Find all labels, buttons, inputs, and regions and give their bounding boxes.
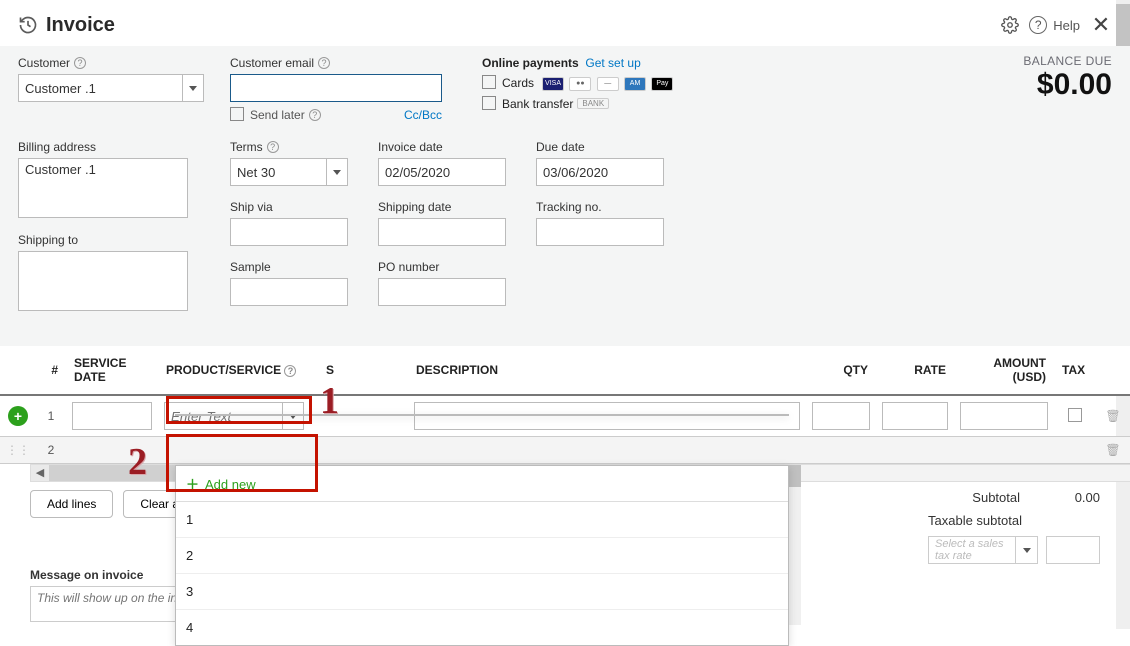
shipping-date-label: Shipping date [378, 200, 508, 214]
annotation-number-1: 1 [320, 379, 339, 423]
po-number-label: PO number [378, 260, 508, 274]
close-icon[interactable]: ✕ [1090, 12, 1112, 38]
add-line-icon[interactable]: + [8, 406, 28, 426]
product-dropdown-panel: ＋Add new 1 2 3 4 [175, 465, 789, 646]
po-number-input[interactable] [378, 278, 506, 306]
invoice-date-input[interactable] [378, 158, 506, 186]
col-rate: RATE [876, 346, 954, 395]
drag-handle-icon[interactable]: ⋮⋮ [0, 437, 36, 464]
send-later-checkbox[interactable]: Send later [230, 108, 321, 122]
ccbcc-link[interactable]: Cc/Bcc [404, 108, 442, 122]
tax-rate-select[interactable]: Select a sales tax rate [928, 536, 1038, 564]
dropdown-item[interactable]: 4 [176, 610, 788, 645]
discover-icon: — [597, 77, 619, 91]
product-service-select[interactable] [164, 402, 282, 430]
plus-icon: ＋ [186, 477, 199, 492]
add-lines-button[interactable]: Add lines [30, 490, 113, 518]
tax-dropdown-button[interactable] [1015, 537, 1037, 563]
col-product-service: PRODUCT/SERVICE [166, 363, 281, 377]
sample-label: Sample [230, 260, 350, 274]
amex-icon: AM [624, 77, 646, 91]
product-dropdown-list [175, 414, 789, 416]
bank-transfer-label: Bank transfer [502, 97, 573, 111]
dropdown-item[interactable]: 1 [176, 502, 788, 538]
page-title: Invoice [46, 14, 1001, 37]
customer-dropdown-button[interactable] [182, 74, 204, 102]
scroll-left-icon[interactable]: ◀ [31, 465, 49, 481]
col-tax: TAX [1054, 346, 1096, 395]
visa-icon: VISA [542, 77, 564, 91]
shipping-to-input[interactable] [18, 251, 188, 311]
line-row: ⋮⋮ 2 🗑 [0, 437, 1130, 464]
dropdown-item[interactable]: 3 [176, 574, 788, 610]
customer-email-label: Customer email [230, 56, 458, 70]
help-icon[interactable]: ? [1029, 16, 1047, 34]
delete-row-icon[interactable]: 🗑 [1096, 437, 1130, 464]
row-number: 1 [36, 395, 66, 437]
online-payments-label: Online payments [482, 56, 579, 70]
invoice-date-label: Invoice date [378, 140, 508, 154]
qty-input[interactable] [812, 402, 870, 430]
subtotal-value: 0.00 [1050, 490, 1100, 505]
delete-row-icon[interactable]: 🗑 [1096, 395, 1130, 437]
dropdown-add-new[interactable]: ＋Add new [176, 466, 788, 502]
balance-due-block: BALANCE DUE $0.00 [1023, 54, 1112, 102]
customer-label: Customer [18, 56, 206, 70]
bank-transfer-checkbox[interactable] [482, 96, 496, 110]
dropdown-scrollbar[interactable] [789, 465, 801, 625]
help-dot-icon[interactable] [267, 141, 279, 153]
rate-input[interactable] [882, 402, 948, 430]
cards-label: Cards [502, 76, 534, 90]
help-dot-icon[interactable] [74, 57, 86, 69]
amount-input[interactable] [960, 402, 1048, 430]
terms-label: Terms [230, 140, 350, 154]
ship-via-label: Ship via [230, 200, 350, 214]
description-input[interactable] [414, 402, 800, 430]
dropdown-item[interactable]: 2 [176, 538, 788, 574]
help-dot-icon[interactable] [284, 365, 296, 377]
help-dot-icon[interactable] [309, 109, 321, 121]
due-date-label: Due date [536, 140, 666, 154]
service-date-input[interactable] [72, 402, 152, 430]
col-qty: QTY [806, 346, 876, 395]
due-date-input[interactable] [536, 158, 664, 186]
shipping-date-input[interactable] [378, 218, 506, 246]
gear-icon[interactable] [1001, 16, 1019, 34]
col-service-date: SERVICE DATE [66, 346, 158, 395]
help-label[interactable]: Help [1053, 18, 1080, 33]
help-dot-icon[interactable] [318, 57, 330, 69]
tracking-no-label: Tracking no. [536, 200, 666, 214]
customer-email-input[interactable] [230, 74, 442, 102]
sample-input[interactable] [230, 278, 348, 306]
balance-due-amount: $0.00 [1023, 68, 1112, 102]
shipping-to-label: Shipping to [18, 233, 206, 247]
bank-badge-icon: BANK [577, 98, 609, 109]
customer-select[interactable] [18, 74, 182, 102]
col-amount: AMOUNT (USD) [954, 346, 1054, 395]
balance-due-label: BALANCE DUE [1023, 54, 1112, 68]
chevron-down-icon [1023, 548, 1031, 553]
taxable-subtotal-label: Taxable subtotal [850, 513, 1100, 528]
apple-pay-icon: Pay [651, 77, 673, 91]
billing-address-input[interactable]: Customer .1 [18, 158, 188, 218]
get-set-up-link[interactable]: Get set up [585, 56, 640, 70]
terms-select[interactable] [230, 158, 326, 186]
tax-checkbox[interactable] [1068, 408, 1082, 422]
product-dropdown-button[interactable] [282, 402, 304, 430]
col-description: DESCRIPTION [408, 346, 806, 395]
col-num: # [36, 346, 66, 395]
annotation-number-2: 2 [128, 440, 147, 484]
tracking-no-input[interactable] [536, 218, 664, 246]
tax-amount-input[interactable] [1046, 536, 1100, 564]
chevron-down-icon [189, 86, 197, 91]
history-icon[interactable] [18, 15, 38, 35]
ship-via-input[interactable] [230, 218, 348, 246]
chevron-down-icon [333, 170, 341, 175]
cards-checkbox[interactable] [482, 75, 496, 89]
billing-address-label: Billing address [18, 140, 206, 154]
terms-dropdown-button[interactable] [326, 158, 348, 186]
subtotal-label: Subtotal [850, 490, 1020, 505]
mastercard-icon: ●● [569, 77, 591, 91]
row-number: 2 [36, 437, 66, 464]
